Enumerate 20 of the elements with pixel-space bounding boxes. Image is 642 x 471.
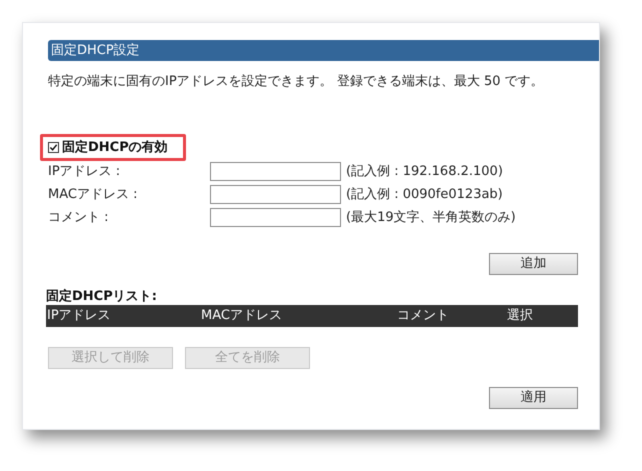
column-header: 選択 — [506, 307, 534, 326]
enable-label: 固定DHCPの有効 — [62, 138, 168, 157]
apply-button[interactable]: 適用 — [489, 387, 578, 409]
field-label: IPアドレス : — [48, 162, 122, 181]
list-title: 固定DHCPリスト: — [46, 289, 158, 305]
column-header: コメント — [396, 307, 450, 326]
input-field[interactable] — [210, 208, 341, 227]
description-text: 特定の端末に固有のIPアドレスを設定できます。 登録できる端末は、最大 50 です。 — [48, 73, 545, 91]
field-hint: (記入例 : 192.168.2.100) — [346, 162, 503, 181]
field-label: コメント : — [48, 208, 110, 227]
field-hint: (最大19文字、半角英数のみ) — [346, 208, 516, 227]
section-header: 固定DHCP設定 — [48, 40, 599, 61]
field-hint: (記入例 : 0090fe0123ab) — [346, 186, 503, 204]
field-label: MACアドレス : — [48, 186, 138, 204]
enable-checkbox[interactable] — [48, 142, 59, 153]
input-field[interactable] — [210, 162, 341, 181]
input-field[interactable] — [210, 185, 341, 204]
column-header: IPアドレス — [46, 307, 112, 326]
add-button[interactable]: 追加 — [489, 253, 578, 275]
column-header: MACアドレス — [200, 307, 283, 326]
